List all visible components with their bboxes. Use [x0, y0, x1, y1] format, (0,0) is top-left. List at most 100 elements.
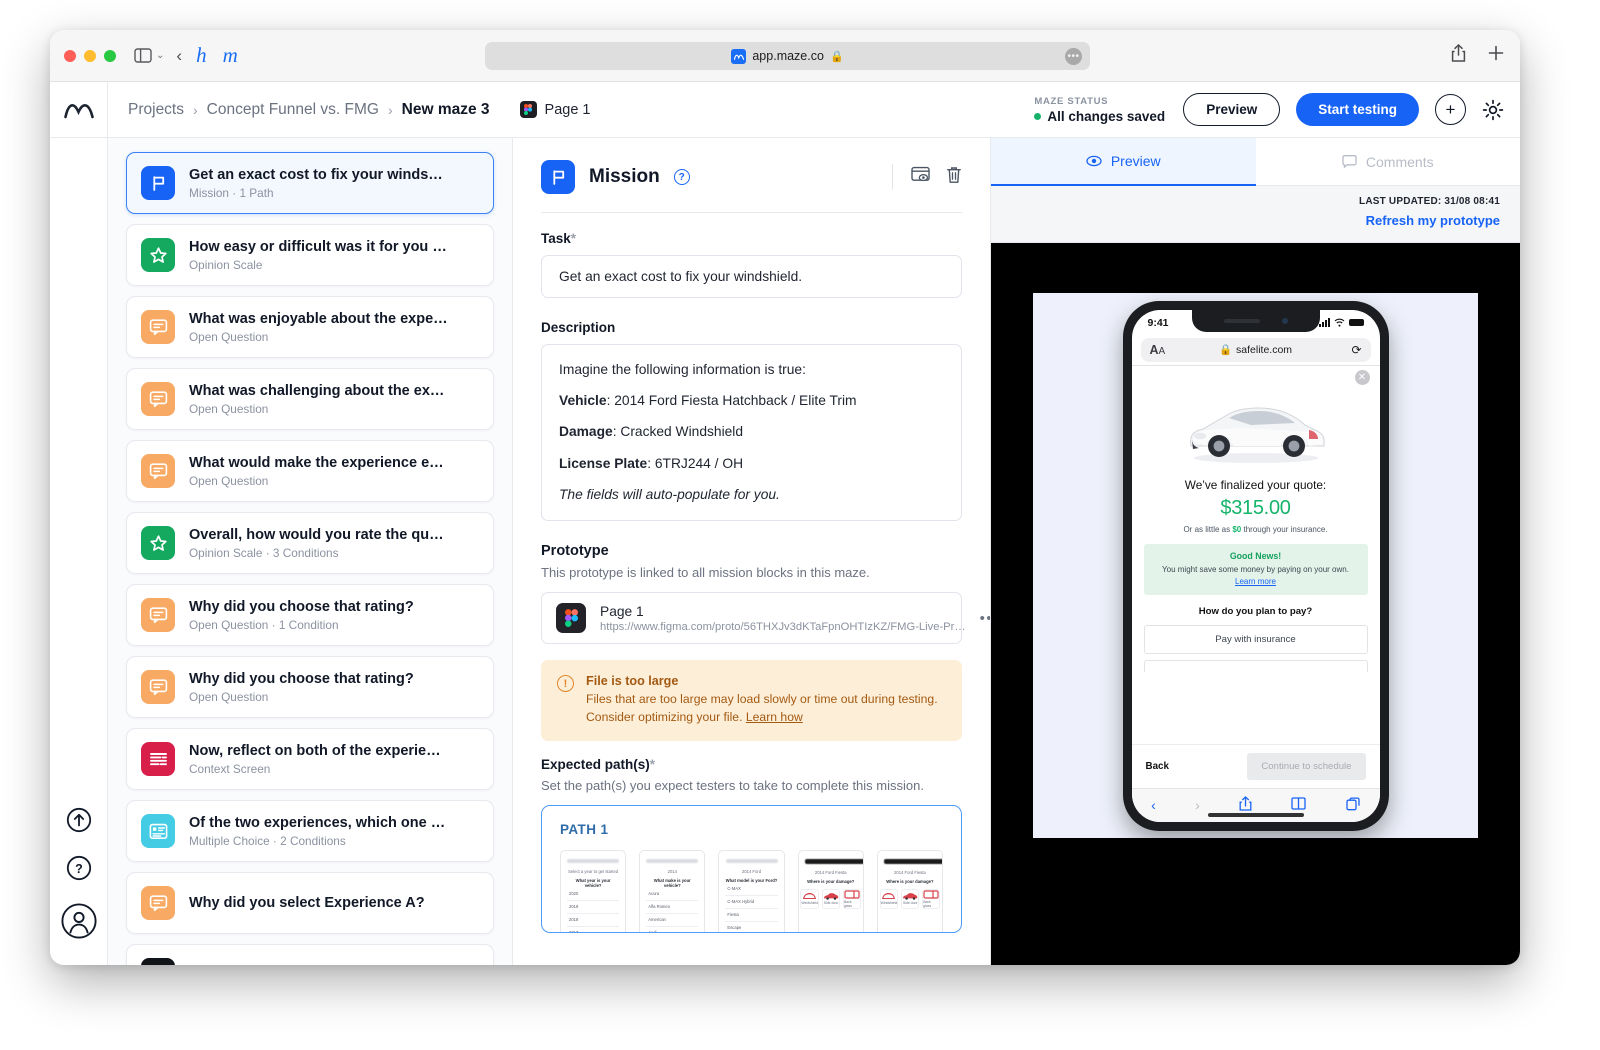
- close-icon[interactable]: ✕: [1354, 369, 1370, 385]
- sidebar-toggle-icon[interactable]: [134, 48, 152, 63]
- trash-icon[interactable]: [946, 166, 962, 189]
- close-window-button[interactable]: [64, 49, 76, 62]
- breadcrumb-item-projects[interactable]: Projects: [128, 101, 184, 119]
- detail-header: Mission ?: [541, 160, 962, 212]
- car-image: [1144, 384, 1368, 466]
- minimize-window-button[interactable]: [84, 49, 96, 62]
- maximize-window-button[interactable]: [104, 49, 116, 62]
- reload-icon[interactable]: ⟳: [1351, 343, 1361, 357]
- task-input[interactable]: Get an exact cost to fix your windshield…: [541, 255, 962, 298]
- block-list-item[interactable]: Of the two experiences, which one … Multi…: [126, 800, 494, 862]
- thumb-damage-caption: Back glass: [923, 899, 932, 908]
- home-indicator: [1207, 812, 1304, 817]
- favorite-m-icon[interactable]: m: [223, 45, 238, 66]
- new-tab-icon[interactable]: [1488, 45, 1504, 66]
- preview-card-icon[interactable]: [911, 166, 930, 188]
- block-item-subtitle: Open Question: [189, 473, 269, 488]
- thumb-option-row: American: [646, 914, 699, 927]
- path-1-card[interactable]: PATH 1 Select a year to get started What …: [541, 804, 962, 933]
- tab-comments[interactable]: Comments: [1255, 138, 1520, 186]
- description-row-key: Vehicle: [559, 393, 607, 409]
- block-list-item[interactable]: What was challenging about the ex… Open Q…: [126, 368, 494, 430]
- browser-back-icon[interactable]: ‹: [176, 46, 182, 66]
- pay-with-insurance-option[interactable]: Pay with insurance: [1143, 624, 1368, 654]
- block-list-item[interactable]: Now, reflect on both of the experie… Cont…: [126, 728, 494, 790]
- question-circle-icon[interactable]: ?: [673, 169, 690, 185]
- block-detail-panel: Mission ? Task* Get an exact cost to fix…: [513, 138, 990, 965]
- path-thumbnail[interactable]: Select a year to get started What year is…: [560, 849, 627, 932]
- list-icon: [141, 814, 175, 848]
- star-icon: [141, 526, 175, 560]
- page-chip[interactable]: Page 1: [519, 101, 591, 118]
- block-list-item[interactable]: What would make the experience e… Open Qu…: [126, 440, 494, 502]
- sidebar-chevron-down-icon[interactable]: ⌄: [156, 50, 164, 61]
- page-menu-icon[interactable]: •••: [1065, 47, 1082, 65]
- gear-icon[interactable]: [1482, 99, 1504, 121]
- learn-how-link[interactable]: Learn how: [746, 710, 803, 724]
- app-body: ? Get an exact cost to fix your winds… Mi…: [50, 138, 1520, 965]
- description-row: License Plate: 6TRJ244 / OH: [559, 455, 944, 472]
- expected-paths-label: Expected path(s)*: [541, 757, 962, 772]
- path-thumbnail[interactable]: 2014 Ford What model is your Ford? C-MAX C-…: [718, 849, 785, 932]
- blocks-list[interactable]: Get an exact cost to fix your winds… Miss…: [108, 138, 513, 965]
- description-label: Description: [541, 320, 616, 335]
- thumb-option-row: Escape: [725, 922, 777, 932]
- tabs-icon[interactable]: [1346, 796, 1360, 814]
- block-list-item[interactable]: Why did you select Experience A?: [126, 872, 494, 934]
- share-icon[interactable]: [1239, 796, 1252, 814]
- block-item-texts: How easy or difficult was it for you … Op…: [189, 239, 447, 272]
- chat-icon: [141, 310, 175, 344]
- path-thumbnail[interactable]: 2014 What make is your vehicle? Acura Alfa …: [639, 849, 706, 932]
- tab-preview[interactable]: Preview: [991, 138, 1256, 186]
- block-item-title: Now, reflect on both of the experie…: [189, 742, 441, 759]
- prototype-card[interactable]: Page 1 https://www.figma.com/proto/56THX…: [541, 592, 990, 645]
- last-updated-text: LAST UPDATED: 31/08 08:41: [1359, 196, 1500, 207]
- window-controls[interactable]: [64, 49, 116, 62]
- learn-more-link[interactable]: Learn more: [1235, 577, 1276, 586]
- block-list-item[interactable]: How easy or difficult was it for you … Op…: [126, 224, 494, 286]
- path-thumbnail[interactable]: 2014 Ford Fiesta Where is your damage? Win…: [797, 849, 864, 932]
- maze-status-value: All changes saved: [1047, 108, 1166, 124]
- bookmarks-icon[interactable]: [1291, 797, 1307, 813]
- help-question-icon[interactable]: ?: [66, 855, 92, 881]
- preview-button[interactable]: Preview: [1183, 93, 1281, 126]
- status-indicators: [1318, 317, 1364, 327]
- address-bar[interactable]: app.maze.co 🔒 •••: [485, 42, 1090, 70]
- thumb-damage-option: Windshield: [879, 888, 899, 909]
- continue-to-schedule-button[interactable]: Continue to schedule: [1247, 752, 1366, 780]
- add-button[interactable]: +: [1435, 94, 1466, 125]
- breadcrumb-item-project[interactable]: Concept Funnel vs. FMG: [207, 101, 379, 119]
- favorite-h-icon[interactable]: h: [196, 45, 207, 66]
- block-list-item[interactable]: Overall, how would you rate the qu… Opini…: [126, 512, 494, 574]
- back-button[interactable]: Back: [1146, 761, 1169, 772]
- description-input[interactable]: Imagine the following information is tru…: [541, 344, 962, 522]
- safari-address-bar[interactable]: AA 🔒 safelite.com ⟳: [1140, 337, 1371, 362]
- block-item-subtitle: Context Screen: [189, 761, 271, 776]
- upgrade-arrow-icon[interactable]: [66, 807, 92, 833]
- thumb-damage-option: Windshield: [800, 888, 820, 909]
- refresh-prototype-link[interactable]: Refresh my prototype: [991, 213, 1500, 228]
- description-row-key: License Plate: [559, 455, 648, 471]
- start-testing-button[interactable]: Start testing: [1296, 93, 1419, 126]
- chat-icon: [141, 670, 175, 704]
- pay-option-partial[interactable]: [1143, 659, 1368, 672]
- thumb-option-row: 2020: [567, 888, 620, 901]
- breadcrumb-item-current[interactable]: New maze 3: [402, 101, 490, 119]
- path-thumbnail[interactable]: 2014 Ford Fiesta Where is your damage? Win…: [876, 849, 944, 932]
- block-list-item[interactable]: Thank You Screen: [126, 944, 494, 965]
- maze-logo-icon[interactable]: [50, 82, 108, 137]
- block-list-item[interactable]: Why did you choose that rating? Open Ques…: [126, 584, 494, 646]
- thumb-damage-option: Back glass: [843, 888, 862, 909]
- share-icon[interactable]: [1451, 44, 1466, 67]
- more-horizontal-icon[interactable]: •••: [980, 610, 990, 627]
- back-chevron-icon[interactable]: ‹: [1151, 797, 1156, 813]
- user-avatar-icon[interactable]: [60, 903, 97, 939]
- block-list-item[interactable]: Get an exact cost to fix your winds… Miss…: [126, 152, 494, 214]
- block-list-item[interactable]: Why did you choose that rating? Open Ques…: [126, 656, 494, 718]
- block-item-texts: What would make the experience e… Open Qu…: [189, 455, 444, 488]
- thumb-damage-caption: Side door: [902, 901, 918, 906]
- status-time: 9:41: [1147, 316, 1169, 329]
- file-too-large-warning: ! File is too large Files that are too l…: [541, 660, 962, 741]
- block-list-item[interactable]: What was enjoyable about the expe… Open Q…: [126, 296, 494, 358]
- text-size-icon[interactable]: AA: [1150, 343, 1166, 357]
